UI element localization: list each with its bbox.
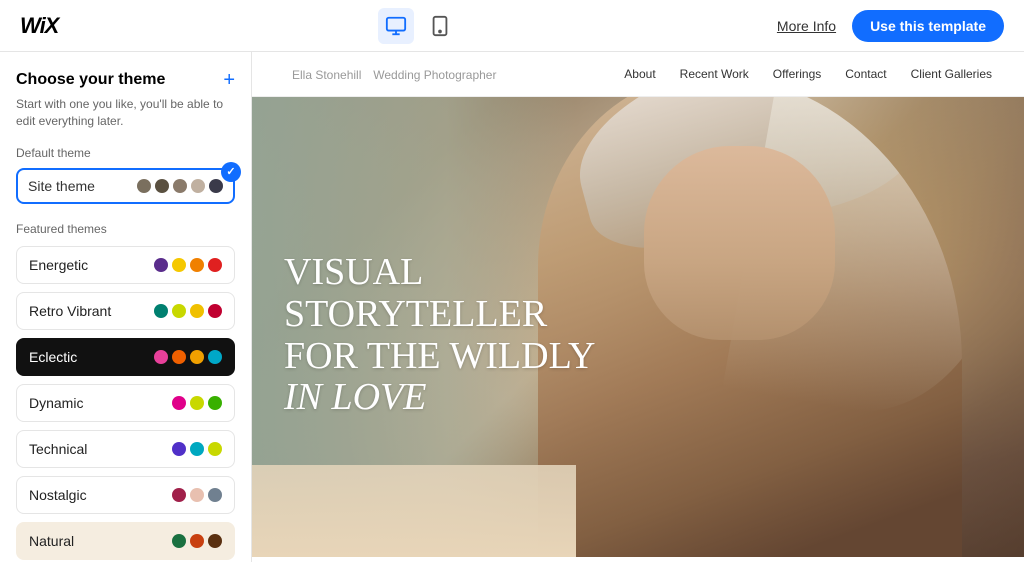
topbar-right: More Info Use this template	[777, 10, 1004, 42]
theme-item-technical[interactable]: Technical	[16, 430, 235, 468]
theme-color-dot	[190, 258, 204, 272]
desktop-icon	[385, 15, 407, 37]
theme-name: Eclectic	[29, 349, 77, 365]
site-nav: About Recent Work Offerings Contact Clie…	[624, 67, 992, 81]
nav-recent-work[interactable]: Recent Work	[680, 67, 749, 81]
mobile-view-button[interactable]	[422, 8, 458, 44]
hero-line1: VISUAL	[284, 251, 423, 293]
hero-headline: VISUAL STORYTELLER FOR THE WILDLY IN LOV…	[284, 252, 595, 419]
sidebar-title: Choose your theme	[16, 71, 165, 89]
theme-color-dot	[172, 350, 186, 364]
theme-color-dot	[154, 350, 168, 364]
site-name: Ella Stonehill	[292, 68, 361, 82]
theme-color-dot	[208, 258, 222, 272]
site-preview: Ella Stonehill Wedding Photographer Abou…	[252, 52, 1024, 562]
wix-logo: WiX	[20, 13, 58, 39]
selected-checkmark: ✓	[221, 162, 241, 182]
theme-color-dot	[208, 350, 222, 364]
site-tagline: Wedding Photographer	[373, 68, 496, 82]
nav-client-galleries[interactable]: Client Galleries	[911, 67, 992, 81]
topbar: WiX More Info Use this template	[0, 0, 1024, 52]
nav-about[interactable]: About	[624, 67, 655, 81]
site-theme-label: Site theme	[28, 178, 95, 194]
theme-color-dot	[172, 258, 186, 272]
site-header: Ella Stonehill Wedding Photographer Abou…	[252, 52, 1024, 97]
theme-color-dot	[208, 304, 222, 318]
theme-color-dot	[172, 442, 186, 456]
theme-colors	[172, 534, 222, 548]
preview-inner: Ella Stonehill Wedding Photographer Abou…	[252, 52, 1024, 562]
theme-name: Retro Vibrant	[29, 303, 111, 319]
theme-color-dot	[172, 534, 186, 548]
nav-offerings[interactable]: Offerings	[773, 67, 821, 81]
theme-color-dot	[208, 442, 222, 456]
hero-person-figure	[538, 97, 963, 557]
theme-name: Technical	[29, 441, 87, 457]
featured-themes-label: Featured themes	[16, 222, 235, 236]
hero-text: VISUAL STORYTELLER FOR THE WILDLY IN LOV…	[284, 252, 595, 419]
theme-color-dot	[190, 350, 204, 364]
theme-item-dynamic[interactable]: Dynamic	[16, 384, 235, 422]
theme-name: Dynamic	[29, 395, 83, 411]
theme-colors	[172, 396, 222, 410]
topbar-left: WiX	[20, 13, 58, 39]
main-layout: Choose your theme + Start with one you l…	[0, 52, 1024, 562]
more-info-button[interactable]: More Info	[777, 18, 836, 34]
theme-color-dot	[190, 304, 204, 318]
theme-color-dot	[208, 534, 222, 548]
theme-colors	[154, 258, 222, 272]
theme-color-dot	[154, 304, 168, 318]
theme-color-dot	[173, 179, 187, 193]
theme-color-dot	[154, 258, 168, 272]
theme-color-dot	[137, 179, 151, 193]
theme-color-dot	[190, 534, 204, 548]
theme-color-dot	[155, 179, 169, 193]
theme-color-dot	[190, 396, 204, 410]
theme-item-nostalgic[interactable]: Nostalgic	[16, 476, 235, 514]
theme-color-dot	[191, 179, 205, 193]
theme-item-natural[interactable]: Natural	[16, 522, 235, 560]
theme-item-eclectic[interactable]: Eclectic	[16, 338, 235, 376]
theme-color-dot	[172, 304, 186, 318]
add-theme-button[interactable]: +	[223, 70, 235, 90]
theme-colors	[172, 442, 222, 456]
hero-line2: STORYTELLER	[284, 293, 547, 335]
theme-color-dot	[172, 396, 186, 410]
site-theme-colors	[137, 179, 223, 193]
theme-item-energetic[interactable]: Energetic	[16, 246, 235, 284]
use-template-button[interactable]: Use this template	[852, 10, 1004, 42]
theme-color-dot	[209, 179, 223, 193]
default-theme-label: Default theme	[16, 146, 235, 160]
theme-colors	[154, 304, 222, 318]
theme-sidebar: Choose your theme + Start with one you l…	[0, 52, 252, 562]
theme-colors	[172, 488, 222, 502]
hero-bottom-section	[252, 465, 576, 557]
theme-color-dot	[190, 488, 204, 502]
theme-color-dot	[208, 396, 222, 410]
nav-contact[interactable]: Contact	[845, 67, 886, 81]
sidebar-subtitle: Start with one you like, you'll be able …	[16, 96, 235, 130]
sidebar-header: Choose your theme +	[16, 70, 235, 90]
face-shape	[644, 146, 835, 339]
desktop-view-button[interactable]	[378, 8, 414, 44]
theme-color-dot	[190, 442, 204, 456]
mobile-icon	[429, 15, 451, 37]
theme-color-dot	[208, 488, 222, 502]
theme-colors	[154, 350, 222, 364]
device-switcher	[378, 8, 458, 44]
site-brand: Ella Stonehill Wedding Photographer	[284, 66, 496, 82]
hero-line4: IN LOVE	[284, 376, 427, 418]
theme-item-retro-vibrant[interactable]: Retro Vibrant	[16, 292, 235, 330]
hero-section: VISUAL STORYTELLER FOR THE WILDLY IN LOV…	[252, 97, 1024, 557]
default-theme-selector[interactable]: Site theme ✓	[16, 168, 235, 204]
hero-line3: FOR THE WILDLY	[284, 334, 595, 376]
theme-name: Nostalgic	[29, 487, 87, 503]
theme-color-dot	[172, 488, 186, 502]
theme-name: Energetic	[29, 257, 88, 273]
theme-name: Natural	[29, 533, 74, 549]
